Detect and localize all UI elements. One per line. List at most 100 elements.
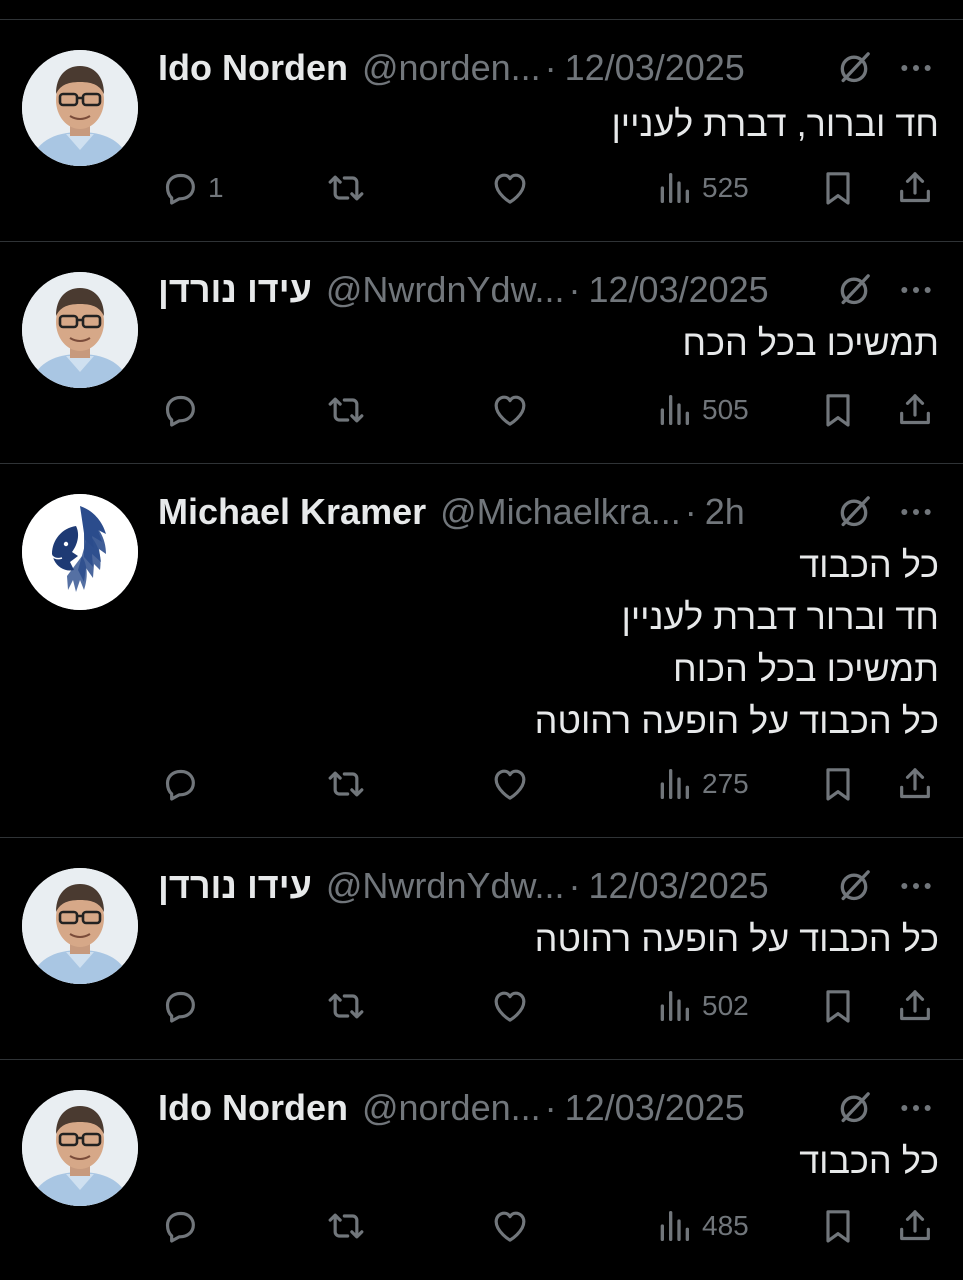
avatar[interactable] <box>22 868 138 984</box>
reply-button[interactable] <box>160 984 208 1028</box>
more-icon[interactable] <box>896 48 936 88</box>
grok-icon[interactable] <box>834 48 874 88</box>
reply-button[interactable] <box>160 1204 208 1248</box>
bookmark-button[interactable] <box>818 984 858 1028</box>
bookmark-icon <box>818 390 858 430</box>
like-icon <box>490 390 530 430</box>
avatar[interactable] <box>22 1090 138 1206</box>
tweet-text: תמשיכו בכל הכח <box>682 317 939 369</box>
repost-button[interactable] <box>326 984 374 1028</box>
like-button[interactable] <box>490 166 538 210</box>
like-button[interactable] <box>490 762 538 806</box>
grok-icon[interactable] <box>834 1088 874 1128</box>
timestamp[interactable]: 12/03/2025 <box>589 269 769 311</box>
tweet-text-line: כל הכבוד <box>799 544 939 585</box>
like-icon <box>490 168 530 208</box>
like-button[interactable] <box>490 984 538 1028</box>
action-bar: 485 <box>0 1204 963 1248</box>
timestamp[interactable]: 2h <box>705 491 745 533</box>
timestamp[interactable]: 12/03/2025 <box>589 865 769 907</box>
views-icon <box>654 764 694 804</box>
share-button[interactable] <box>895 166 935 210</box>
header-separator: · <box>568 269 581 310</box>
reply-icon <box>160 390 200 430</box>
tweet[interactable]: עידו נורדן @NwrdnYdw... · 12/03/2025 תמש… <box>0 242 963 464</box>
tweet[interactable]: עידו נורדן @NwrdnYdw... · 12/03/2025 כל … <box>0 838 963 1060</box>
views-count: 525 <box>702 172 749 203</box>
share-button[interactable] <box>895 984 935 1028</box>
avatar[interactable] <box>22 50 138 166</box>
like-icon <box>490 764 530 804</box>
tweet[interactable]: Michael Kramer @Michaelkra... · 2h כל הכ… <box>0 464 963 838</box>
user-handle[interactable]: @Michaelkra... <box>440 491 681 533</box>
user-handle[interactable]: @NwrdnYdw... <box>326 865 565 907</box>
more-icon[interactable] <box>896 1088 936 1128</box>
share-button[interactable] <box>895 388 935 432</box>
views-button[interactable]: 502 <box>654 984 749 1028</box>
user-handle[interactable]: @NwrdnYdw... <box>326 269 565 311</box>
views-button[interactable]: 525 <box>654 166 749 210</box>
bookmark-icon <box>818 986 858 1026</box>
reply-button[interactable] <box>160 762 208 806</box>
grok-icon[interactable] <box>834 492 874 532</box>
share-icon <box>895 168 935 208</box>
timestamp[interactable]: 12/03/2025 <box>565 1087 745 1129</box>
views-icon <box>654 986 694 1026</box>
tweet[interactable]: Ido Norden @norden... · 12/03/2025 כל הכ… <box>0 1060 963 1280</box>
display-name[interactable]: Ido Norden <box>158 47 348 89</box>
more-icon[interactable] <box>896 866 936 906</box>
tweet-header: Ido Norden @norden... · 12/03/2025 <box>158 1082 745 1134</box>
views-count: 505 <box>702 394 749 425</box>
display-name[interactable]: עידו נורדן <box>158 865 312 907</box>
bookmark-button[interactable] <box>818 762 858 806</box>
repost-button[interactable] <box>326 166 374 210</box>
user-handle[interactable]: @norden... <box>362 47 541 89</box>
views-icon <box>654 1206 694 1246</box>
views-button[interactable]: 485 <box>654 1204 749 1248</box>
more-icon[interactable] <box>896 270 936 310</box>
bookmark-icon <box>818 1206 858 1246</box>
display-name[interactable]: עידו נורדן <box>158 269 312 311</box>
share-button[interactable] <box>895 1204 935 1248</box>
share-button[interactable] <box>895 762 935 806</box>
like-button[interactable] <box>490 1204 538 1248</box>
display-name[interactable]: Michael Kramer <box>158 491 426 533</box>
like-button[interactable] <box>490 388 538 432</box>
repost-icon <box>326 1206 366 1246</box>
more-icon[interactable] <box>896 492 936 532</box>
header-separator: · <box>544 47 557 88</box>
repost-icon <box>326 390 366 430</box>
views-button[interactable]: 275 <box>654 762 749 806</box>
bookmark-button[interactable] <box>818 1204 858 1248</box>
display-name[interactable]: Ido Norden <box>158 1087 348 1129</box>
repost-button[interactable] <box>326 762 374 806</box>
share-icon <box>895 1206 935 1246</box>
tweet-text: חד וברור, דברת לעניין <box>611 98 939 150</box>
bookmark-button[interactable] <box>818 166 858 210</box>
reply-button[interactable] <box>160 388 208 432</box>
share-icon <box>895 764 935 804</box>
tweet-feed: Ido Norden @norden... · 12/03/2025 חד וב… <box>0 0 963 1280</box>
user-handle[interactable]: @norden... <box>362 1087 541 1129</box>
reply-icon <box>160 764 200 804</box>
avatar[interactable] <box>22 272 138 388</box>
views-button[interactable]: 505 <box>654 388 749 432</box>
reply-count: 1 <box>208 172 224 203</box>
header-separator: · <box>684 491 697 532</box>
reply-button[interactable]: 1 <box>160 166 224 210</box>
tweet[interactable]: Ido Norden @norden... · 12/03/2025 חד וב… <box>0 20 963 242</box>
repost-button[interactable] <box>326 1204 374 1248</box>
repost-button[interactable] <box>326 388 374 432</box>
avatar[interactable] <box>22 494 138 610</box>
tweet-text: כל הכבוד חד וברור דברת לעניין תמשיכו בכל… <box>535 539 939 747</box>
grok-icon[interactable] <box>834 270 874 310</box>
tweet-text: כל הכבוד על הופעה רהוטה <box>535 913 939 965</box>
tweet-text-line: תמשיכו בכל הכוח <box>673 648 939 689</box>
grok-icon[interactable] <box>834 866 874 906</box>
bookmark-button[interactable] <box>818 388 858 432</box>
timestamp[interactable]: 12/03/2025 <box>565 47 745 89</box>
action-bar: 1 525 <box>0 166 963 210</box>
like-icon <box>490 986 530 1026</box>
views-count: 485 <box>702 1210 749 1241</box>
reply-icon <box>160 1206 200 1246</box>
